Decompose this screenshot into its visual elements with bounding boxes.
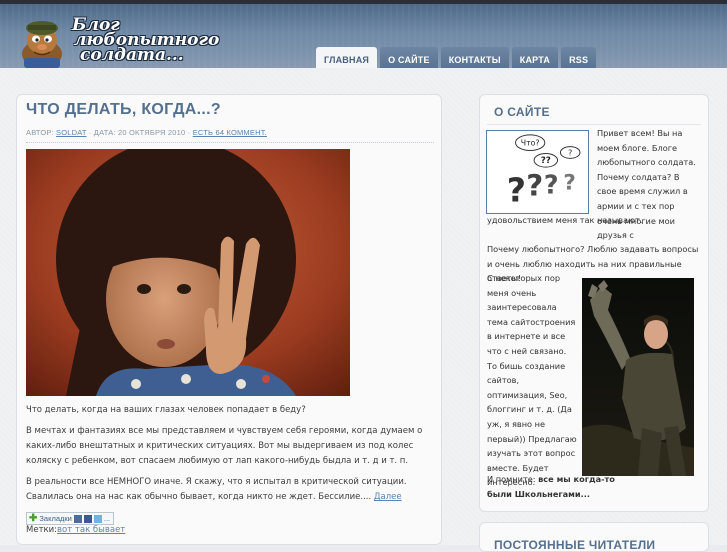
post-paragraph-3: В реальности все НЕМНОГО иначе. Я скажу,… [26, 475, 434, 505]
nav-tab-contacts[interactable]: КОНТАКТЫ [440, 47, 509, 68]
about-text-5-prefix: И помните: [487, 474, 536, 484]
meta-author-link[interactable]: SOLDAT [56, 128, 87, 137]
svg-text:?: ? [568, 148, 572, 157]
sidebar-readers-title: ПОСТОЯННЫЕ ЧИТАТЕЛИ [494, 538, 656, 552]
meta-author-prefix: АВТОР: [26, 128, 54, 137]
post-meta: АВТОР: SOLDAT · ДАТА: 20 ОКТЯБРЯ 2010 · … [26, 128, 267, 137]
post-paragraph-2: В мечтах и фантазиях все мы представляем… [26, 426, 423, 466]
soldier-mascot-icon[interactable] [14, 14, 70, 68]
about-text-2: удовольствием меня так называют. [487, 215, 643, 225]
soldier-waving-photo [582, 278, 694, 476]
main-navigation: ГЛАВНАЯ О САЙТЕ КОНТАКТЫ КАРТА RSS [316, 47, 597, 68]
more-dots-icon[interactable]: ... [104, 514, 110, 523]
question-marks-image: Что? ?? ? ? ? ? ? [486, 130, 589, 214]
plus-icon: ✚ [29, 512, 38, 524]
child-peace-sign-photo [26, 149, 350, 396]
nav-tab-about[interactable]: О САЙТЕ [380, 47, 438, 68]
question-bubble-text: Что? [521, 139, 540, 148]
read-more-link[interactable]: Далее [374, 492, 402, 502]
nav-tab-rss[interactable]: RSS [561, 47, 597, 68]
site-logo-text[interactable]: Блог любопытного солдата... [70, 17, 270, 65]
facebook-icon[interactable] [83, 514, 92, 523]
post-paragraph-1: Что делать, когда на ваших глазах челове… [26, 405, 306, 415]
vkontakte-icon[interactable] [73, 514, 82, 523]
bookmarks-label: Закладки [39, 514, 72, 523]
post-paragraph-3-text: В реальности все НЕМНОГО иначе. Я скажу,… [26, 477, 407, 502]
sidebar-separator [487, 124, 701, 125]
sidebar-about-title: О САЙТЕ [494, 105, 550, 119]
post-divider [26, 142, 434, 143]
about-text-4: С некоторых пор меня очень заинтересовал… [487, 273, 577, 488]
logo-line-3: солдата... [80, 45, 184, 65]
post-tags: Метки:вот так бывает [26, 525, 125, 535]
svg-text:?: ? [526, 168, 543, 202]
svg-text:?: ? [544, 169, 559, 199]
about-text-5: И помните: все мы когда-то были Школьнег… [487, 472, 637, 501]
meta-comments-link[interactable]: ЕСТЬ 64 КОММЕНТ. [193, 128, 267, 137]
twitter-icon[interactable] [93, 514, 102, 523]
bookmarks-button[interactable]: ✚ Закладки ... [26, 512, 115, 525]
nav-tab-map[interactable]: КАРТА [511, 47, 559, 68]
meta-date: · ДАТА: 20 ОКТЯБРЯ 2010 · [88, 128, 191, 137]
nav-tab-home[interactable]: ГЛАВНАЯ [316, 47, 378, 68]
svg-text:?: ? [507, 170, 526, 209]
site-header: Блог любопытного солдата... ГЛАВНАЯ О СА… [0, 4, 727, 68]
svg-text:??: ?? [541, 156, 551, 166]
tag-link[interactable]: вот так бывает [57, 525, 125, 535]
tags-label: Метки: [26, 525, 58, 535]
post-title[interactable]: ЧТО ДЕЛАТЬ, КОГДА...? [26, 101, 221, 119]
svg-text:?: ? [563, 171, 575, 196]
